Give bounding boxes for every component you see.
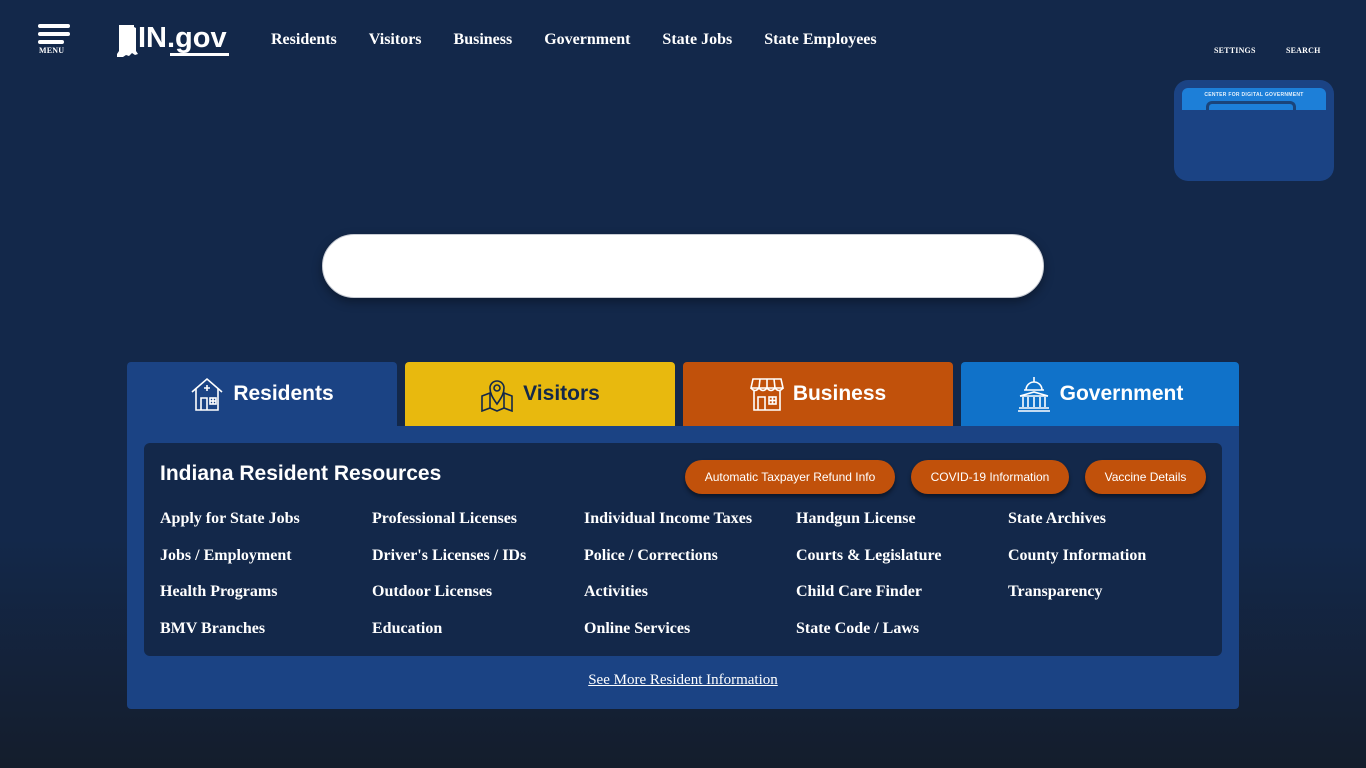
house-icon (191, 377, 223, 411)
see-more-container: See More Resident Information (127, 671, 1239, 689)
link-jobs-employment[interactable]: Jobs / Employment (160, 546, 372, 583)
tab-residents[interactable]: Residents (127, 362, 397, 426)
see-more-link[interactable]: See More Resident Information (588, 672, 778, 688)
link-courts-legislature[interactable]: Courts & Legislature (796, 546, 1008, 583)
nav-state-employees[interactable]: State Employees (764, 31, 876, 49)
nav-government[interactable]: Government (544, 31, 630, 49)
resource-links: Apply for State Jobs Professional Licens… (160, 509, 1222, 656)
tab-visitors-label: Visitors (523, 382, 600, 405)
award-caption: CENTER FOR DIGITAL GOVERNMENT (1204, 92, 1304, 98)
tab-government-label: Government (1059, 382, 1184, 405)
tab-visitors[interactable]: Visitors (405, 362, 675, 426)
link-police-corrections[interactable]: Police / Corrections (584, 546, 796, 583)
tab-government[interactable]: Government (961, 362, 1239, 426)
logo-text: IN.gov (138, 22, 229, 56)
taxpayer-refund-button[interactable]: Automatic Taxpayer Refund Info (685, 460, 895, 494)
link-drivers-licenses[interactable]: Driver's Licenses / IDs (372, 546, 584, 583)
residents-panel: Indiana Resident Resources Automatic Tax… (127, 426, 1239, 709)
hamburger-icon-bar (38, 40, 64, 44)
search-button[interactable]: SEARCH (1286, 46, 1321, 55)
covid-info-button[interactable]: COVID-19 Information (911, 460, 1069, 494)
vaccine-details-button[interactable]: Vaccine Details (1085, 460, 1206, 494)
capitol-icon (1017, 377, 1050, 412)
menu-label: MENU (39, 46, 65, 55)
award-logo (1206, 101, 1296, 110)
resources-box: Indiana Resident Resources Automatic Tax… (144, 443, 1222, 656)
link-education[interactable]: Education (372, 619, 584, 656)
link-handgun-license[interactable]: Handgun License (796, 509, 1008, 546)
nav-business[interactable]: Business (454, 31, 513, 49)
map-pin-icon (481, 380, 513, 412)
in-gov-logo[interactable]: IN.gov (115, 24, 239, 60)
hamburger-icon-bar (38, 32, 70, 36)
link-state-archives[interactable]: State Archives (1008, 509, 1220, 546)
link-online-services[interactable]: Online Services (584, 619, 796, 656)
link-health-programs[interactable]: Health Programs (160, 582, 372, 619)
menu-button[interactable]: MENU (38, 24, 72, 56)
link-outdoor-licenses[interactable]: Outdoor Licenses (372, 582, 584, 619)
audience-tabs: Residents Visitors Business Government (127, 362, 1239, 426)
link-apply-state-jobs[interactable]: Apply for State Jobs (160, 509, 372, 546)
award-banner: CENTER FOR DIGITAL GOVERNMENT (1182, 88, 1326, 110)
search-input[interactable] (322, 234, 1044, 298)
hamburger-icon (38, 24, 70, 28)
link-activities[interactable]: Activities (584, 582, 796, 619)
award-card[interactable]: CENTER FOR DIGITAL GOVERNMENT (1174, 80, 1334, 181)
link-county-information[interactable]: County Information (1008, 546, 1220, 583)
link-child-care-finder[interactable]: Child Care Finder (796, 582, 1008, 619)
link-professional-licenses[interactable]: Professional Licenses (372, 509, 584, 546)
nav-residents[interactable]: Residents (271, 31, 337, 49)
top-navigation: Residents Visitors Business Government S… (271, 31, 877, 49)
panel-title: Indiana Resident Resources (160, 462, 442, 485)
link-state-code-laws[interactable]: State Code / Laws (796, 619, 1008, 656)
nav-state-jobs[interactable]: State Jobs (662, 31, 732, 49)
link-bmv-branches[interactable]: BMV Branches (160, 619, 372, 656)
storefront-icon (749, 378, 784, 411)
tab-business-label: Business (792, 382, 887, 405)
settings-button[interactable]: SETTINGS (1214, 46, 1256, 55)
indiana-state-icon (117, 25, 138, 57)
tab-residents-label: Residents (233, 382, 334, 405)
tab-business[interactable]: Business (683, 362, 953, 426)
link-individual-income-taxes[interactable]: Individual Income Taxes (584, 509, 796, 546)
nav-visitors[interactable]: Visitors (369, 31, 422, 49)
link-transparency[interactable]: Transparency (1008, 582, 1220, 619)
